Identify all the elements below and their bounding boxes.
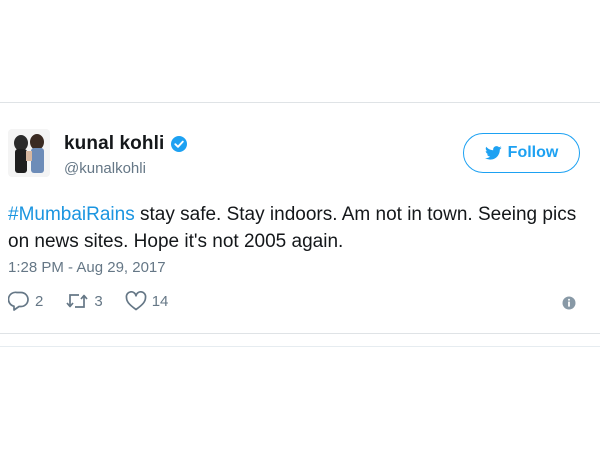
reply-button[interactable]: 2 [8, 291, 43, 311]
follow-button-label: Follow [507, 144, 559, 161]
tweet-actions: 2 3 14 [8, 291, 190, 311]
hashtag-link[interactable]: #MumbaiRains [8, 204, 135, 225]
tweet-card: kunal kohli @kunalkohli Follow #MumbaiRa… [0, 102, 600, 334]
author-display-name[interactable]: kunal kohli [64, 133, 164, 155]
heart-icon [125, 291, 147, 311]
info-icon[interactable] [562, 296, 576, 310]
tweet-text: #MumbaiRains stay safe. Stay indoors. Am… [8, 201, 588, 255]
reply-icon [8, 291, 29, 311]
retweet-button[interactable]: 3 [65, 291, 103, 311]
divider [0, 346, 600, 347]
author-handle[interactable]: @kunalkohli [64, 160, 146, 177]
tweet-timestamp[interactable]: 1:28 PM - Aug 29, 2017 [8, 259, 166, 276]
like-count: 14 [151, 292, 169, 310]
bird-icon [484, 146, 502, 160]
follow-button[interactable]: Follow [463, 133, 580, 173]
page: kunal kohli @kunalkohli Follow #MumbaiRa… [0, 0, 600, 450]
avatar[interactable] [8, 129, 50, 177]
verified-badge-icon [171, 136, 188, 152]
avatar-photo-icon [8, 129, 50, 177]
reply-count: 2 [35, 292, 44, 310]
retweet-icon [66, 294, 88, 308]
like-button[interactable]: 14 [125, 291, 169, 311]
retweet-count: 3 [94, 292, 103, 310]
author-name-row: kunal kohli [64, 133, 188, 155]
